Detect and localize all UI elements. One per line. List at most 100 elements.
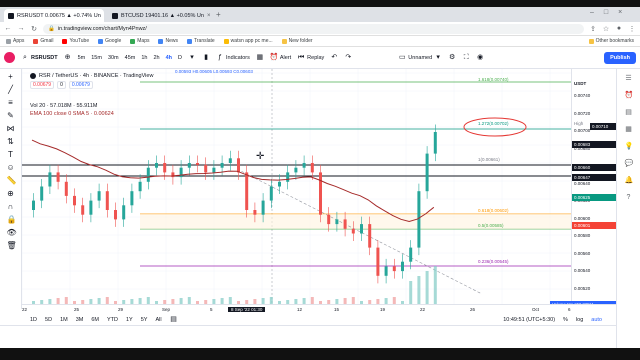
scale-log[interactable]: log	[576, 317, 583, 323]
bookmark-other[interactable]: Other bookmarks	[588, 38, 634, 44]
price-chart[interactable]: ✛	[22, 69, 594, 304]
zoom-icon[interactable]: ⊕	[7, 190, 15, 198]
brush-icon[interactable]: ✎	[7, 112, 15, 120]
maximize-icon[interactable]: □	[604, 9, 608, 16]
emoji-icon[interactable]: ☺	[7, 164, 15, 172]
tab-rsrusdt[interactable]: RSRUSDT 0.00675 ▲ +0.74% Un ×	[4, 9, 104, 22]
trash-icon[interactable]: 🗑	[7, 242, 17, 250]
url-input[interactable]: 🔒 in.tradingview.com/chart/Myn4Pnwz/	[43, 23, 584, 34]
interval-5m[interactable]: 5m	[78, 55, 86, 61]
fib-label-1618: 1.618(0.00740)	[478, 77, 509, 82]
range-1d[interactable]: 1D	[30, 317, 37, 323]
news-icon[interactable]: ▤	[625, 109, 633, 117]
bookmark-apps[interactable]: Apps	[6, 38, 24, 44]
forward-icon[interactable]: →	[17, 25, 25, 32]
candle-body	[81, 205, 85, 215]
range-6m[interactable]: 6M	[91, 317, 99, 323]
text-icon[interactable]: T	[7, 151, 15, 159]
range-3m[interactable]: 3M	[76, 317, 84, 323]
high-value-tag: 0.00710	[590, 123, 616, 130]
help-icon[interactable]: ?	[625, 194, 633, 202]
undo-icon[interactable]: ↶	[330, 54, 338, 62]
range-5d[interactable]: 5D	[45, 317, 52, 323]
range-1m[interactable]: 1M	[60, 317, 68, 323]
ruler-icon[interactable]: 📏	[7, 177, 17, 185]
legend-values: 0.00679 0 0.00679	[30, 81, 93, 89]
alarm-clock-icon[interactable]: ⏰	[625, 92, 634, 100]
chat-icon[interactable]: 💬	[625, 160, 634, 168]
interval-2h[interactable]: 2h	[153, 55, 159, 61]
volume-bar	[351, 297, 355, 304]
alert-button[interactable]: ⏰ Alert	[270, 54, 291, 62]
redo-icon[interactable]: ↷	[344, 54, 352, 62]
watchlist-icon[interactable]: ☰	[625, 75, 633, 83]
replay-button[interactable]: ⏮ Replay	[297, 54, 324, 62]
interval-45m[interactable]: 45m	[125, 55, 136, 61]
bookmark-youtube[interactable]: YouTube	[62, 38, 89, 44]
star-icon[interactable]: ☆	[602, 25, 610, 33]
layout-button[interactable]: ▭ Unnamed ▾	[398, 54, 442, 62]
candle-body	[155, 163, 158, 168]
candles-icon[interactable]: ▮	[202, 54, 210, 62]
camera-icon[interactable]: ◉	[476, 54, 484, 62]
templates-icon[interactable]: ▦	[256, 54, 264, 62]
interval-d[interactable]: D	[178, 55, 182, 61]
bell-icon[interactable]: 🔔	[625, 177, 634, 185]
new-tab-icon[interactable]: +	[216, 10, 221, 19]
profile-icon[interactable]: ●	[615, 25, 623, 32]
bookmark-google[interactable]: Google	[98, 38, 121, 44]
share-icon[interactable]: ⇪	[589, 25, 597, 33]
chevron-down-icon[interactable]: ▾	[188, 54, 196, 62]
reload-icon[interactable]: ↻	[30, 25, 38, 33]
publish-button[interactable]: Publish	[604, 51, 636, 64]
trendline-icon[interactable]: ╱	[7, 86, 15, 94]
volume-bar	[228, 297, 232, 304]
bookmark-new-folder[interactable]: New folder	[281, 38, 313, 44]
candle-body	[302, 163, 306, 168]
close-icon[interactable]: ×	[207, 13, 211, 19]
price-axis[interactable]: USDT 0.007400.007200.007000.006800.00660…	[550, 69, 616, 308]
bookmark-translate[interactable]: Translate	[187, 38, 215, 44]
scale-percent[interactable]: %	[563, 317, 568, 323]
calendar-icon[interactable]: ▦	[625, 126, 633, 134]
fullscreen-icon[interactable]: ⛶	[462, 54, 470, 62]
crosshair-icon[interactable]: +	[7, 73, 15, 81]
range-5y[interactable]: 5Y	[141, 317, 148, 323]
ideas-icon[interactable]: 💡	[625, 143, 634, 151]
interval-4h[interactable]: 4h	[166, 55, 172, 61]
legend-ema: EMA 100 close 0 SMA 5 · 0.00624	[30, 111, 114, 117]
prediction-icon[interactable]: ⇅	[7, 138, 15, 146]
indicators-button[interactable]: ƒ Indicators	[216, 54, 250, 62]
bookmark-gmail[interactable]: Gmail	[33, 38, 53, 44]
bookmark-maps[interactable]: Maps	[130, 38, 149, 44]
range-1y[interactable]: 1Y	[126, 317, 133, 323]
range-all[interactable]: All	[155, 317, 161, 323]
minimize-icon[interactable]: –	[590, 9, 594, 16]
time-axis[interactable]: 22 25 29 Sep 5 8 Sep '22 01:30 12 15 19 22 26 Oct 6	[22, 304, 616, 315]
bookmark-watsn[interactable]: watsn app pc me...	[223, 38, 273, 44]
pattern-icon[interactable]: ⋈	[7, 125, 15, 133]
candle-body	[56, 172, 60, 182]
interval-15m[interactable]: 15m	[91, 55, 102, 61]
gear-icon[interactable]: ⚙	[448, 54, 456, 62]
close-window-icon[interactable]: ×	[618, 9, 622, 16]
price-tick-label: 0.00520	[574, 285, 591, 291]
tab-btcusd[interactable]: BTCUSD 19401.16 ▲ +0.05% Un ×	[108, 9, 212, 22]
compare-plus-icon[interactable]: ⊕	[64, 54, 72, 62]
replay-icon: ⏮	[298, 53, 305, 61]
eye-icon[interactable]: 👁	[7, 229, 17, 237]
interval-30m[interactable]: 30m	[108, 55, 119, 61]
interval-1h[interactable]: 1h	[141, 55, 147, 61]
avatar[interactable]	[4, 52, 15, 63]
magnet-icon[interactable]: ∩	[7, 203, 15, 211]
fib-icon[interactable]: ≡	[7, 99, 15, 107]
lock-icon[interactable]: 🔒	[7, 216, 17, 224]
back-icon[interactable]: ←	[4, 25, 12, 32]
range-ytd[interactable]: YTD	[107, 317, 118, 323]
menu-icon[interactable]: ⋮	[628, 25, 636, 33]
bookmark-news[interactable]: News	[158, 38, 178, 44]
browser-window: RSRUSDT 0.00675 ▲ +0.74% Un × BTCUSD 194…	[0, 7, 640, 348]
scale-auto[interactable]: auto	[591, 317, 602, 323]
symbol-search-button[interactable]: ⌕ RSRUSDT	[21, 54, 58, 62]
calendar-icon[interactable]: ▤	[170, 316, 178, 324]
